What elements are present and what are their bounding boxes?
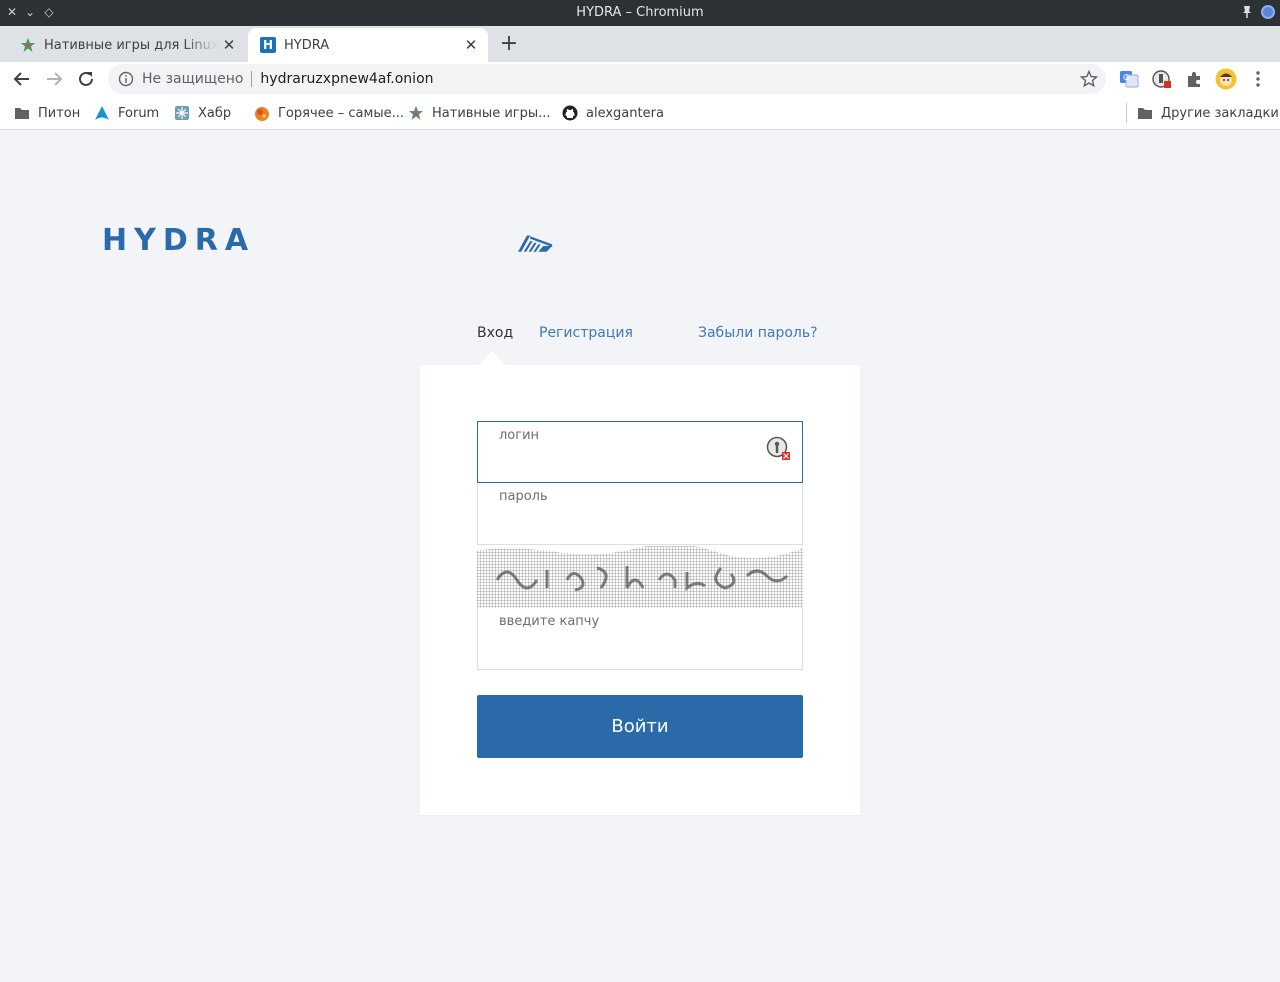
privacy-extension-icon[interactable] bbox=[1151, 68, 1173, 90]
tab-login[interactable]: Вход bbox=[477, 325, 513, 341]
bookmarks-bar: Питон Forum Хабр Горячее – самые... Нати… bbox=[0, 96, 1280, 130]
bookmark-label: Хабр bbox=[198, 105, 232, 121]
pin-icon[interactable] bbox=[1240, 4, 1254, 20]
reload-icon bbox=[79, 71, 93, 86]
logo-text: HYDRA bbox=[102, 223, 256, 258]
translate-extension-icon[interactable]: G bbox=[1118, 68, 1140, 90]
divider bbox=[1126, 103, 1127, 123]
folder-icon bbox=[1138, 108, 1152, 119]
arch-icon bbox=[95, 106, 109, 120]
captcha-label: введите капчу bbox=[499, 614, 600, 629]
captcha-field[interactable]: введите капчу bbox=[477, 608, 803, 670]
bookmark-native-games[interactable]: Нативные игры... bbox=[408, 103, 551, 123]
close-tab-icon[interactable]: ✕ bbox=[218, 34, 240, 56]
security-label[interactable]: Не защищено bbox=[142, 71, 243, 87]
captcha-image bbox=[477, 546, 803, 608]
tab-register[interactable]: Регистрация bbox=[539, 325, 633, 341]
bookmark-github[interactable]: alexgantera bbox=[562, 103, 664, 123]
tab-title: HYDRA bbox=[284, 37, 330, 53]
puzzle-extensions-icon[interactable] bbox=[1183, 68, 1205, 90]
habr-icon bbox=[175, 106, 189, 120]
hydra-logo-icon bbox=[518, 235, 553, 252]
url-text[interactable]: hydraruzxpnew4af.onion bbox=[260, 71, 433, 87]
folder-icon bbox=[15, 108, 29, 119]
star-logo-icon bbox=[409, 106, 423, 120]
forgot-password-link[interactable]: Забыли пароль? bbox=[698, 325, 818, 341]
bookmark-habr[interactable]: Хабр bbox=[174, 103, 231, 123]
close-tab-icon[interactable]: ✕ bbox=[460, 34, 482, 56]
bookmark-label: alexgantera bbox=[586, 105, 664, 121]
app-icon bbox=[1261, 5, 1275, 19]
bookmark-python[interactable]: Питон bbox=[14, 103, 80, 123]
info-icon[interactable] bbox=[118, 71, 134, 87]
profile-avatar-icon[interactable] bbox=[1215, 68, 1237, 90]
page-content: HYDRA Вход Регистрация Забыли пароль? ло… bbox=[0, 131, 1280, 982]
window-title: HYDRA – Chromium bbox=[576, 5, 704, 20]
bookmark-pikabu[interactable]: Горячее – самые... bbox=[254, 103, 404, 123]
tab-hydra[interactable]: H HYDRA ✕ bbox=[248, 28, 488, 62]
arrow-right-icon bbox=[47, 72, 63, 86]
address-bar[interactable]: Не защищено hydraruzxpnew4af.onion bbox=[108, 64, 1106, 94]
reload-button[interactable] bbox=[72, 65, 100, 93]
password-label: пароль bbox=[499, 489, 548, 504]
window-titlebar: ✕ ⌄ ◇ HYDRA – Chromium bbox=[0, 0, 1280, 26]
menu-kebab-icon[interactable] bbox=[1247, 68, 1269, 90]
password-manager-icon[interactable] bbox=[766, 436, 790, 460]
bookmark-label: Другие закладки bbox=[1161, 105, 1279, 121]
svg-text:G: G bbox=[1123, 73, 1129, 82]
pikabu-icon bbox=[255, 107, 269, 121]
tab-native-games[interactable]: Нативные игры для Linux [c ✕ bbox=[8, 28, 246, 62]
login-label: логин bbox=[499, 428, 540, 443]
hydra-favicon-icon: H bbox=[260, 37, 276, 53]
login-button[interactable]: Войти bbox=[477, 695, 803, 758]
bookmark-label: Нативные игры... bbox=[432, 105, 551, 121]
arrow-left-icon bbox=[13, 72, 29, 86]
star-logo-icon bbox=[21, 38, 35, 52]
bookmark-other[interactable]: Другие закладки bbox=[1137, 103, 1279, 123]
tab-strip: Нативные игры для Linux [c ✕ H HYDRA ✕ + bbox=[0, 26, 1280, 62]
new-tab-button[interactable]: + bbox=[497, 32, 521, 56]
bookmark-label: Питон bbox=[38, 105, 81, 121]
login-field[interactable]: логин bbox=[477, 421, 803, 483]
browser-toolbar: Не защищено hydraruzxpnew4af.onion G bbox=[0, 62, 1280, 96]
tab-title: Нативные игры для Linux [c bbox=[44, 37, 218, 53]
login-card: логин пароль введите капчу Войти bbox=[420, 365, 860, 815]
bookmark-label: Горячее – самые... bbox=[278, 105, 404, 121]
back-button[interactable] bbox=[8, 65, 36, 93]
bookmark-forum[interactable]: Forum bbox=[94, 103, 159, 123]
password-field[interactable]: пароль bbox=[477, 483, 803, 545]
forward-button[interactable] bbox=[40, 65, 68, 93]
github-icon bbox=[562, 105, 578, 121]
divider bbox=[251, 71, 253, 87]
bookmark-label: Forum bbox=[118, 105, 160, 121]
bookmark-star-icon[interactable] bbox=[1080, 70, 1098, 88]
